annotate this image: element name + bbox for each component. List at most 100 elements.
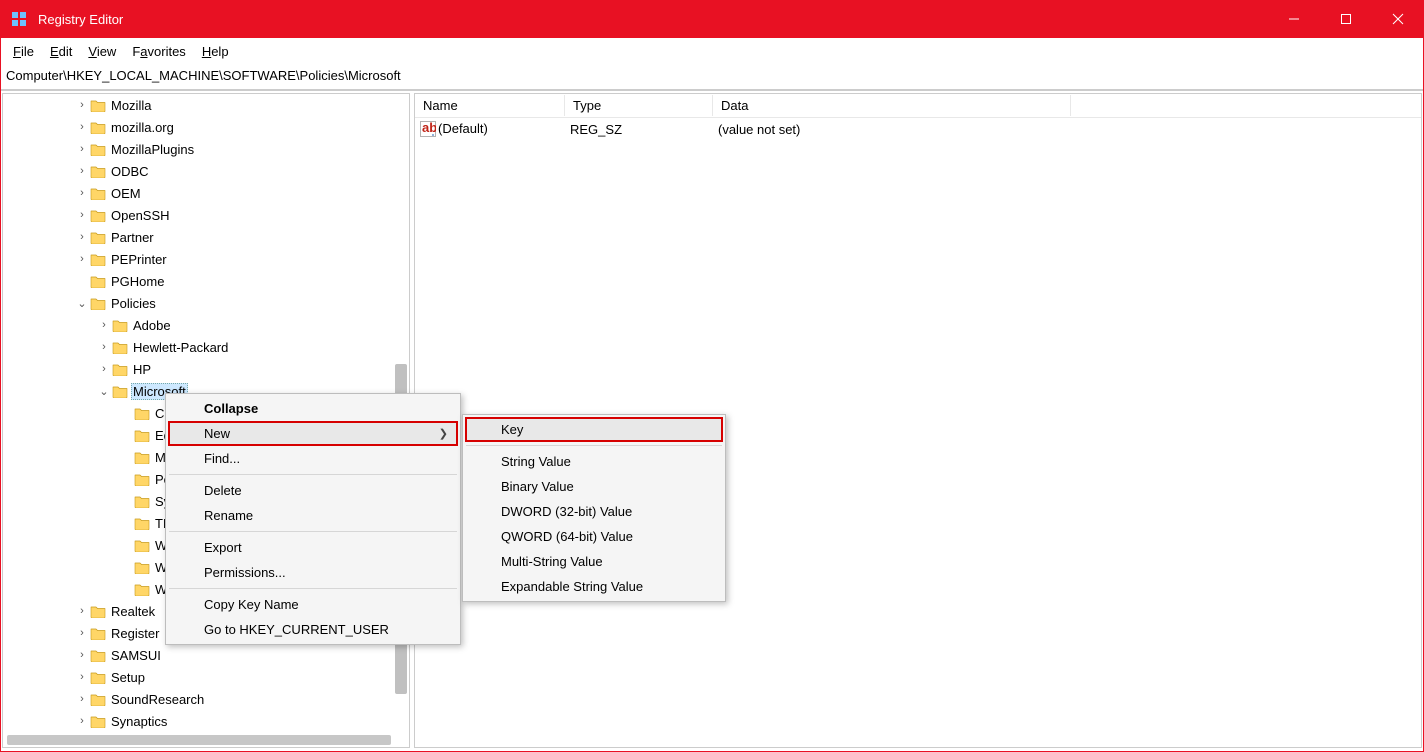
window-title: Registry Editor	[38, 12, 1268, 27]
folder-icon	[133, 559, 151, 575]
tree-item-label: Setup	[109, 669, 147, 686]
ctx-copy-key-name[interactable]: Copy Key Name	[168, 592, 458, 617]
folder-icon	[133, 493, 151, 509]
context-menu: Collapse New ❯ Find... Delete Rename Exp…	[165, 393, 461, 645]
ctx-export[interactable]: Export	[168, 535, 458, 560]
column-header-type[interactable]: Type	[565, 95, 713, 116]
tree-item[interactable]: HP	[3, 358, 409, 380]
folder-icon	[89, 251, 107, 267]
value-row[interactable]: ab(Default)REG_SZ(value not set)	[415, 118, 1421, 140]
chevron-right-icon: ❯	[439, 427, 448, 440]
ctx-rename[interactable]: Rename	[168, 503, 458, 528]
tree-item[interactable]: Adobe	[3, 314, 409, 336]
tree-item[interactable]: mozilla.org	[3, 116, 409, 138]
tree-item[interactable]: OpenSSH	[3, 204, 409, 226]
chevron-right-icon[interactable]	[97, 341, 111, 353]
menu-edit[interactable]: Edit	[42, 40, 80, 63]
maximize-button[interactable]	[1320, 0, 1372, 38]
tree-item[interactable]: Policies	[3, 292, 409, 314]
value-name: (Default)	[438, 121, 488, 136]
chevron-right-icon[interactable]	[75, 627, 89, 639]
tree-item-label: Adobe	[131, 317, 173, 334]
column-header-data[interactable]: Data	[713, 95, 1071, 116]
close-button[interactable]	[1372, 0, 1424, 38]
sub-binary[interactable]: Binary Value	[465, 474, 723, 499]
chevron-right-icon[interactable]	[75, 693, 89, 705]
sub-string[interactable]: String Value	[465, 449, 723, 474]
folder-icon	[89, 229, 107, 245]
tree-item-label: MozillaPlugins	[109, 141, 196, 158]
chevron-down-icon[interactable]	[75, 297, 89, 310]
chevron-right-icon[interactable]	[75, 605, 89, 617]
tree-item-label: Synaptics	[109, 713, 169, 730]
chevron-right-icon[interactable]	[75, 143, 89, 155]
chevron-right-icon[interactable]	[75, 165, 89, 177]
sub-dword[interactable]: DWORD (32-bit) Value	[465, 499, 723, 524]
tree-item[interactable]: PGHome	[3, 270, 409, 292]
chevron-right-icon[interactable]	[75, 231, 89, 243]
tree-item-label: OpenSSH	[109, 207, 172, 224]
tree-item[interactable]: PEPrinter	[3, 248, 409, 270]
tree-item[interactable]: OEM	[3, 182, 409, 204]
folder-icon	[89, 625, 107, 641]
tree-item-label: SAMSUI	[109, 647, 163, 664]
ctx-find[interactable]: Find...	[168, 446, 458, 471]
ctx-new-label: New	[204, 426, 230, 441]
tree-item-label: Partner	[109, 229, 156, 246]
chevron-right-icon[interactable]	[97, 319, 111, 331]
menu-help[interactable]: Help	[194, 40, 237, 63]
tree-item[interactable]: Mozilla	[3, 94, 409, 116]
chevron-right-icon[interactable]	[75, 209, 89, 221]
minimize-button[interactable]	[1268, 0, 1320, 38]
chevron-right-icon[interactable]	[75, 121, 89, 133]
folder-icon	[89, 163, 107, 179]
ctx-delete[interactable]: Delete	[168, 478, 458, 503]
sub-key[interactable]: Key	[465, 417, 723, 442]
chevron-right-icon[interactable]	[75, 715, 89, 727]
chevron-right-icon[interactable]	[75, 253, 89, 265]
folder-icon	[111, 383, 129, 399]
tree-item[interactable]: SoundResearch	[3, 688, 409, 710]
chevron-down-icon[interactable]	[97, 385, 111, 398]
sub-multistring[interactable]: Multi-String Value	[465, 549, 723, 574]
folder-icon	[111, 339, 129, 355]
chevron-right-icon[interactable]	[97, 363, 111, 375]
sub-expandable[interactable]: Expandable String Value	[465, 574, 723, 599]
sub-qword[interactable]: QWORD (64-bit) Value	[465, 524, 723, 549]
folder-icon	[89, 647, 107, 663]
title-bar: Registry Editor	[0, 0, 1424, 38]
folder-icon	[89, 669, 107, 685]
menu-favorites[interactable]: Favorites	[124, 40, 193, 63]
tree-item-label: mozilla.org	[109, 119, 176, 136]
tree-item-label: ODBC	[109, 163, 151, 180]
tree-item-label: PEPrinter	[109, 251, 169, 268]
folder-icon	[133, 427, 151, 443]
context-submenu-new: Key String Value Binary Value DWORD (32-…	[462, 414, 726, 602]
tree-item-label: HP	[131, 361, 153, 378]
menu-view[interactable]: View	[80, 40, 124, 63]
tree-item[interactable]: Hewlett-Packard	[3, 336, 409, 358]
tree-item[interactable]: Setup	[3, 666, 409, 688]
address-bar[interactable]: Computer\HKEY_LOCAL_MACHINE\SOFTWARE\Pol…	[0, 65, 1424, 90]
ctx-collapse[interactable]: Collapse	[168, 396, 458, 421]
chevron-right-icon[interactable]	[75, 187, 89, 199]
chevron-right-icon[interactable]	[75, 649, 89, 661]
tree-horizontal-scrollbar[interactable]	[7, 735, 391, 745]
folder-icon	[89, 141, 107, 157]
tree-item[interactable]: Partner	[3, 226, 409, 248]
chevron-right-icon[interactable]	[75, 99, 89, 111]
tree-item-label: Mozilla	[109, 97, 153, 114]
ctx-new[interactable]: New ❯	[168, 421, 458, 446]
tree-item[interactable]: Synaptics	[3, 710, 409, 732]
tree-item[interactable]: SAMSUI	[3, 644, 409, 666]
ctx-permissions[interactable]: Permissions...	[168, 560, 458, 585]
column-header-name[interactable]: Name	[415, 95, 565, 116]
tree-item-label: Policies	[109, 295, 158, 312]
tree-item[interactable]: MozillaPlugins	[3, 138, 409, 160]
folder-icon	[133, 449, 151, 465]
menu-bar: File Edit View Favorites Help	[0, 38, 1424, 65]
menu-file[interactable]: File	[5, 40, 42, 63]
chevron-right-icon[interactable]	[75, 671, 89, 683]
ctx-goto-hkcu[interactable]: Go to HKEY_CURRENT_USER	[168, 617, 458, 642]
tree-item[interactable]: ODBC	[3, 160, 409, 182]
